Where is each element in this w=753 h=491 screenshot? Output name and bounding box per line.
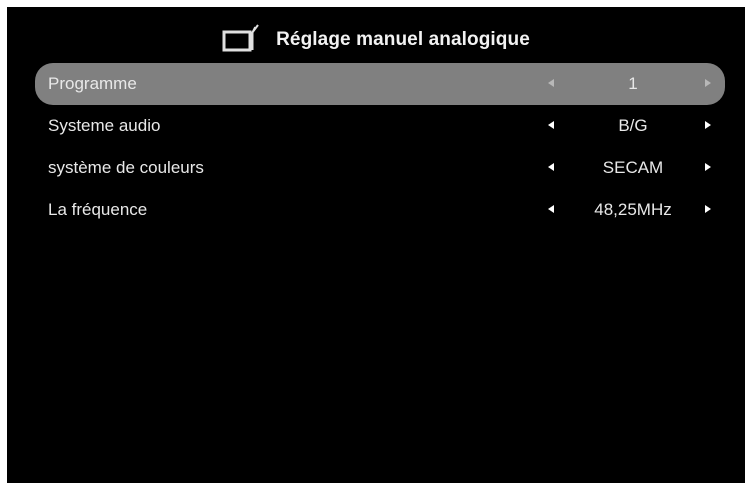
menu-row-systeme-audio[interactable]: Systeme audio B/G — [35, 105, 725, 147]
settings-list: Programme 1 Systeme audio B/G système de… — [35, 63, 725, 231]
row-label: système de couleurs — [48, 158, 204, 177]
menu-row-programme[interactable]: Programme 1 — [35, 63, 725, 105]
arrow-right-icon[interactable] — [705, 163, 711, 171]
arrow-left-icon[interactable] — [548, 163, 554, 171]
arrow-right-icon[interactable] — [705, 121, 711, 129]
row-value: B/G — [618, 116, 648, 135]
row-label: La fréquence — [48, 200, 148, 219]
arrow-left-icon[interactable] — [548, 79, 554, 87]
menu-title: Réglage manuel analogique — [276, 29, 530, 50]
tv-antenna-icon — [222, 24, 259, 52]
row-label: Systeme audio — [48, 116, 161, 135]
arrow-left-icon[interactable] — [548, 121, 554, 129]
row-value: 48,25MHz — [594, 200, 672, 219]
menu-row-frequence[interactable]: La fréquence 48,25MHz — [35, 189, 725, 231]
row-value: 1 — [628, 74, 638, 93]
row-value: SECAM — [602, 158, 664, 177]
menu-header: Réglage manuel analogique — [7, 21, 745, 59]
arrow-left-icon[interactable] — [548, 205, 554, 213]
arrow-right-icon[interactable] — [705, 205, 711, 213]
tv-menu-screen: Réglage manuel analogique Programme 1 Sy… — [7, 7, 745, 483]
row-label: Programme — [48, 74, 137, 93]
arrow-right-icon[interactable] — [705, 79, 711, 87]
menu-row-systeme-couleurs[interactable]: système de couleurs SECAM — [35, 147, 725, 189]
